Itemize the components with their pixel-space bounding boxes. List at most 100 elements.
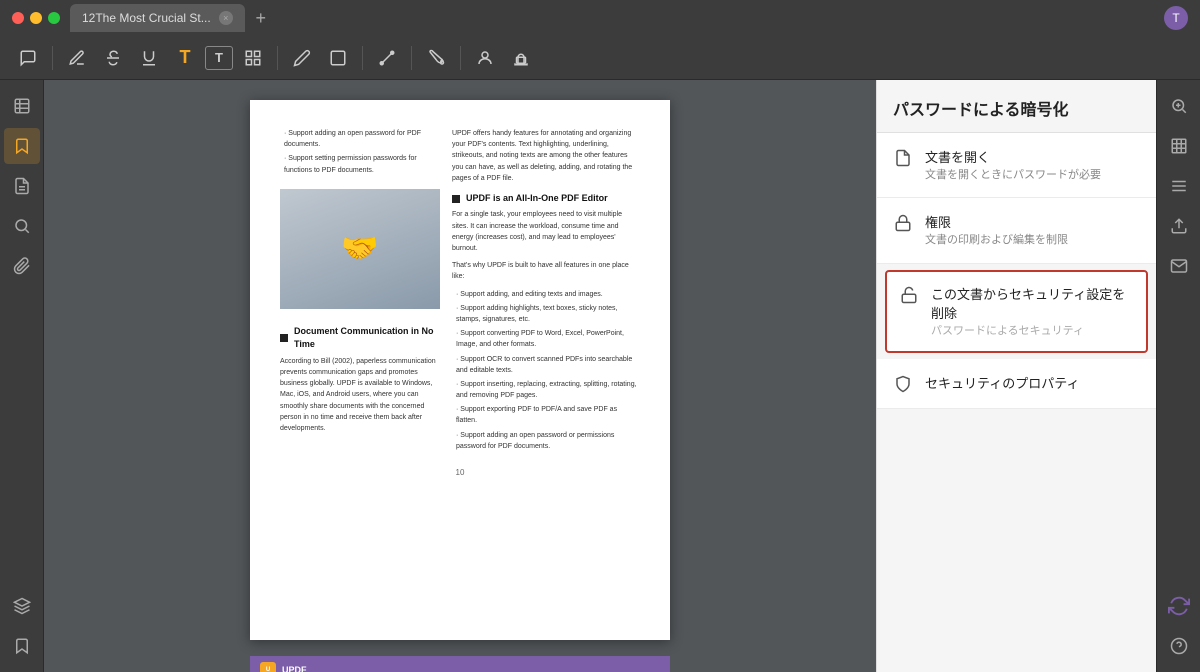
updf-label: UPDF (282, 665, 307, 672)
pencil-btn[interactable] (286, 42, 318, 74)
main-area: · Support adding an open password for PD… (0, 80, 1200, 672)
next-page-header: U UPDF (250, 656, 670, 672)
export-btn[interactable] (1161, 208, 1197, 244)
pdf-body-1: For a single task, your employees need t… (452, 209, 640, 254)
strikethrough-btn[interactable] (97, 42, 129, 74)
pdf-rb-2: · Support adding highlights, text boxes,… (452, 303, 640, 325)
pdf-bullet-2: · Support setting permission passwords f… (280, 153, 440, 175)
menu-item-permissions[interactable]: 権限 文書の印刷および編集を制限 (877, 198, 1156, 263)
menu-item-remove-security-wrapper[interactable]: この文書からセキュリティ設定を削除 パスワードによるセキュリティ (877, 264, 1156, 359)
section-square-icon (280, 334, 288, 342)
menu-item-open-document[interactable]: 文書を開く 文書を開くときにパスワードが必要 (877, 133, 1156, 198)
updf-logo-box: U (260, 662, 276, 672)
pdf-rb-3: · Support converting PDF to Word, Excel,… (452, 328, 640, 350)
pdf-page-footer: 10 (280, 467, 640, 479)
pdf-col-right: UPDF offers handy features for annotatin… (452, 128, 640, 455)
menu-item-security-properties[interactable]: セキュリティのプロパティ (877, 359, 1156, 409)
titlebar: 12The Most Crucial St... × + T (0, 0, 1200, 36)
permissions-icon (893, 213, 913, 233)
attachments-btn[interactable] (4, 248, 40, 284)
left-sidebar (0, 80, 44, 672)
line-btn[interactable] (371, 42, 403, 74)
comment-btn[interactable] (12, 42, 44, 74)
remove-security-label: この文書からセキュリティ設定を削除 (931, 284, 1134, 322)
view-mode-btn[interactable] (1161, 168, 1197, 204)
tab-close-button[interactable]: × (219, 11, 233, 25)
underline-btn[interactable] (133, 42, 165, 74)
remove-security-item[interactable]: この文書からセキュリティ設定を削除 パスワードによるセキュリティ (885, 270, 1148, 353)
open-document-item[interactable]: 文書を開く 文書を開くときにパスワードが必要 (877, 133, 1156, 198)
hands-image: 🤝 (280, 189, 440, 309)
remove-security-icon (899, 285, 919, 305)
maximize-button[interactable] (48, 12, 60, 24)
remove-security-desc: パスワードによるセキュリティ (931, 324, 1134, 339)
pages-btn[interactable] (4, 88, 40, 124)
bookmark-save-btn[interactable] (4, 628, 40, 664)
divider-4 (411, 46, 412, 70)
right-panel-title: パスワードによる暗号化 (893, 96, 1140, 120)
pdf-two-col: · Support adding an open password for PD… (280, 128, 640, 455)
active-tab[interactable]: 12The Most Crucial St... × (70, 4, 245, 32)
far-right-bottom (1161, 588, 1197, 664)
pdf-body-2: That's why UPDF is built to have all fea… (452, 260, 640, 282)
search-btn[interactable] (4, 208, 40, 244)
bookmarks-btn[interactable] (4, 128, 40, 164)
pdf-rb-1: · Support adding, and editing texts and … (452, 289, 640, 300)
fit-page-btn[interactable] (1161, 128, 1197, 164)
permissions-item[interactable]: 権限 文書の印刷および編集を制限 (877, 198, 1156, 263)
far-right-toolbar (1156, 80, 1200, 672)
traffic-lights (12, 12, 60, 24)
permissions-label: 権限 (925, 212, 1140, 231)
grid-btn[interactable] (237, 42, 269, 74)
security-properties-label: セキュリティのプロパティ (925, 373, 1140, 392)
highlight-btn[interactable] (61, 42, 93, 74)
divider-3 (362, 46, 363, 70)
open-document-text: 文書を開く 文書を開くときにパスワードが必要 (925, 147, 1140, 183)
pdf-rb-5: · Support inserting, replacing, extracti… (452, 379, 640, 401)
remove-security-text: この文書からセキュリティ設定を削除 パスワードによるセキュリティ (931, 284, 1134, 339)
toolbar: T T (0, 36, 1200, 80)
pdf-rb-6: · Support exporting PDF to PDF/A and sav… (452, 404, 640, 426)
pdf-body-text-left: According to Bill (2002), paperless comm… (280, 356, 440, 434)
new-tab-button[interactable]: + (249, 6, 273, 30)
right-panel-header: パスワードによる暗号化 (877, 80, 1156, 133)
pdf-image: 🤝 (280, 189, 440, 309)
divider-2 (277, 46, 278, 70)
pdf-rb-7: · Support adding an open password or per… (452, 430, 640, 452)
pdf-bullet-1: · Support adding an open password for PD… (280, 128, 440, 150)
section-square-icon-2 (452, 195, 460, 203)
help-btn[interactable] (1161, 628, 1197, 664)
security-properties-text: セキュリティのプロパティ (925, 373, 1140, 394)
layers-btn[interactable] (4, 588, 40, 624)
sync-icon-btn[interactable] (1161, 588, 1197, 624)
permissions-text: 権限 文書の印刷および編集を制限 (925, 212, 1140, 248)
mail-btn[interactable] (1161, 248, 1197, 284)
zoom-in-btn[interactable] (1161, 88, 1197, 124)
user-btn[interactable] (469, 42, 501, 74)
stamp-btn[interactable] (505, 42, 537, 74)
divider-5 (460, 46, 461, 70)
permissions-desc: 文書の印刷および編集を制限 (925, 233, 1140, 248)
close-button[interactable] (12, 12, 24, 24)
divider-1 (52, 46, 53, 70)
pdf-page: · Support adding an open password for PD… (250, 100, 670, 640)
right-panel: パスワードによる暗号化 文書を開く 文書を開くときにパスワードが必要 (876, 80, 1156, 672)
user-avatar[interactable]: T (1164, 6, 1188, 30)
pdf-viewer[interactable]: · Support adding an open password for PD… (44, 80, 876, 672)
annotations-btn[interactable] (4, 168, 40, 204)
text-box-btn[interactable]: T (205, 46, 233, 70)
tab-bar: 12The Most Crucial St... × + (70, 4, 1164, 32)
updf-logo: U UPDF (260, 662, 307, 672)
pdf-rb-4: · Support OCR to convert scanned PDFs in… (452, 354, 640, 376)
fill-btn[interactable] (420, 42, 452, 74)
shape-btn[interactable] (322, 42, 354, 74)
open-document-label: 文書を開く (925, 147, 1140, 166)
pdf-section-header-right: UPDF is an All-In-One PDF Editor (452, 192, 640, 206)
tab-title: 12The Most Crucial St... (82, 11, 211, 25)
open-document-desc: 文書を開くときにパスワードが必要 (925, 168, 1140, 183)
security-properties-icon (893, 374, 913, 394)
minimize-button[interactable] (30, 12, 42, 24)
security-properties-item[interactable]: セキュリティのプロパティ (877, 359, 1156, 409)
text-btn[interactable]: T (169, 42, 201, 74)
next-page-preview: U UPDF UPDF is well aware of the various… (250, 656, 670, 672)
